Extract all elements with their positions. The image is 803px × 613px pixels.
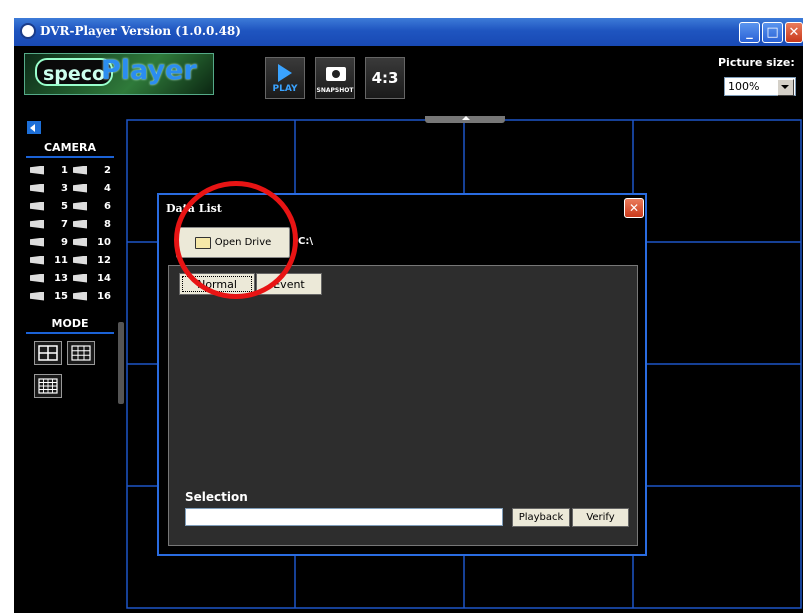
camera-button-3[interactable]: 3 <box>30 180 73 196</box>
minimize-button[interactable]: _ <box>739 22 760 43</box>
close-button[interactable]: ✕ <box>785 22 803 43</box>
window-title: DVR-Player Version (1.0.0.48) <box>40 24 241 38</box>
grid-4x4-icon <box>38 378 58 394</box>
mode-quad-button[interactable] <box>34 341 62 365</box>
camera-icon <box>30 273 44 283</box>
aspect-ratio-button[interactable]: 4:3 <box>365 57 405 99</box>
highlight-circle <box>174 181 298 299</box>
camera-list: 1 2 3 4 5 6 7 8 9 10 11 12 13 14 15 16 <box>30 162 116 304</box>
camera-button-9[interactable]: 9 <box>30 234 73 250</box>
camera-icon <box>30 183 44 193</box>
mode-4x4-button[interactable] <box>34 374 62 398</box>
camera-icon <box>73 255 87 265</box>
camera-icon <box>73 291 87 301</box>
camera-button-5[interactable]: 5 <box>30 198 73 214</box>
play-label: PLAY <box>272 84 298 94</box>
picture-size-select[interactable]: 100% <box>724 77 796 96</box>
maximize-button[interactable]: □ <box>762 22 783 43</box>
camera-lens-icon <box>332 70 340 78</box>
mode-heading: MODE <box>26 317 114 334</box>
camera-icon <box>30 237 44 247</box>
chevron-down-icon[interactable] <box>777 79 794 96</box>
app-icon <box>20 23 36 39</box>
grid-3x3-icon <box>71 345 91 361</box>
camera-button-10[interactable]: 10 <box>73 234 116 250</box>
camera-button-1[interactable]: 1 <box>30 162 73 178</box>
camera-icon <box>73 273 87 283</box>
camera-icon <box>30 219 44 229</box>
maximize-icon: □ <box>766 25 779 40</box>
camera-icon <box>73 219 87 229</box>
logo-player-text: Player <box>101 55 197 86</box>
camera-icon <box>30 255 44 265</box>
camera-heading: CAMERA <box>26 141 114 158</box>
snapshot-label: SNAPSHOT <box>316 87 354 94</box>
camera-icon <box>73 183 87 193</box>
camera-icon <box>30 201 44 211</box>
close-icon: ✕ <box>788 25 800 40</box>
camera-icon <box>30 165 44 175</box>
collapse-panel-button[interactable] <box>27 121 41 134</box>
aspect-label: 4:3 <box>371 69 399 87</box>
camera-icon <box>73 165 87 175</box>
camera-button-6[interactable]: 6 <box>73 198 116 214</box>
playback-button[interactable]: Playback <box>512 508 570 527</box>
camera-button-15[interactable]: 15 <box>30 288 73 304</box>
grid-collapse-handle[interactable] <box>425 116 505 123</box>
close-icon: ✕ <box>628 201 640 215</box>
snapshot-button[interactable]: SNAPSHOT <box>315 57 355 99</box>
picture-size-value: 100% <box>728 80 760 93</box>
camera-button-13[interactable]: 13 <box>30 270 73 286</box>
camera-button-4[interactable]: 4 <box>73 180 116 196</box>
minimize-icon: _ <box>746 25 753 40</box>
play-icon <box>278 64 292 82</box>
camera-button-14[interactable]: 14 <box>73 270 116 286</box>
grid-2x2-icon <box>38 345 58 361</box>
camera-button-11[interactable]: 11 <box>30 252 73 268</box>
picture-size-label: Picture size: <box>718 56 795 69</box>
camera-button-16[interactable]: 16 <box>73 288 116 304</box>
mode-3x3-button[interactable] <box>67 341 95 365</box>
drive-path: C:\ <box>298 236 313 247</box>
verify-button[interactable]: Verify <box>572 508 629 527</box>
camera-icon <box>73 237 87 247</box>
camera-button-12[interactable]: 12 <box>73 252 116 268</box>
camera-icon <box>73 201 87 211</box>
panel-splitter[interactable] <box>118 322 124 404</box>
play-button[interactable]: PLAY <box>265 57 305 99</box>
camera-icon <box>30 291 44 301</box>
camera-button-2[interactable]: 2 <box>73 162 116 178</box>
camera-button-7[interactable]: 7 <box>30 216 73 232</box>
selection-input[interactable] <box>185 508 503 526</box>
camera-button-8[interactable]: 8 <box>73 216 116 232</box>
selection-label: Selection <box>185 490 248 504</box>
dialog-close-button[interactable]: ✕ <box>624 198 644 218</box>
